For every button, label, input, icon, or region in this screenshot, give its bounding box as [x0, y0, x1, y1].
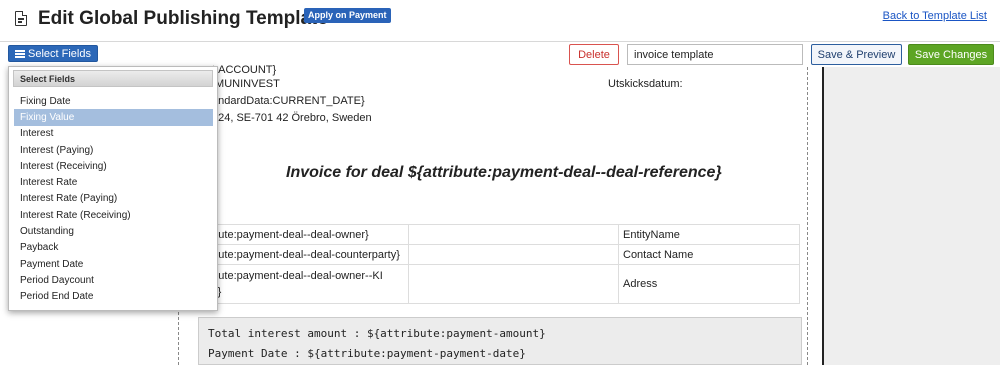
- back-to-template-list-link[interactable]: Back to Template List: [883, 10, 987, 22]
- deal-info-table: tribute:payment-deal--deal-owner} Entity…: [198, 224, 800, 304]
- save-changes-button[interactable]: Save Changes: [908, 44, 994, 65]
- table-cell[interactable]: tribute:payment-deal--deal-owner--KI ing…: [198, 264, 409, 304]
- right-margin-area: [822, 67, 1000, 365]
- table-row: tribute:payment-deal--deal-counterparty}…: [198, 244, 800, 265]
- doc-send-date-label: Utskicksdatum:: [608, 78, 683, 90]
- document-icon: [15, 11, 27, 26]
- doc-account-line: t:ACCOUNT}: [212, 64, 277, 76]
- table-row: tribute:payment-deal--deal-owner--KI ing…: [198, 264, 800, 304]
- field-item[interactable]: Interest (Receiving): [9, 158, 213, 174]
- doc-company-line: IMUNINVEST: [212, 78, 280, 90]
- toolbar-divider: [0, 41, 1000, 42]
- page-header: Edit Global Publishing Template Apply on…: [0, 0, 1000, 40]
- field-item[interactable]: Period End Date: [9, 289, 213, 305]
- dropdown-header: Select Fields: [13, 70, 213, 87]
- field-item[interactable]: Fixing Date: [9, 93, 213, 109]
- template-name-input[interactable]: [627, 44, 803, 65]
- select-fields-dropdown: Select Fields Fixing Date Fixing Value Int…: [8, 66, 218, 311]
- field-item[interactable]: Interest Rate (Paying): [9, 191, 213, 207]
- page-title: Edit Global Publishing Template: [38, 8, 328, 29]
- field-item[interactable]: Payback: [9, 240, 213, 256]
- field-list: Fixing Date Fixing Value Interest Interest …: [9, 93, 217, 305]
- field-item[interactable]: Interest (Paying): [9, 142, 213, 158]
- field-item[interactable]: Payment Date: [9, 256, 213, 272]
- table-cell[interactable]: [408, 244, 619, 265]
- delete-button[interactable]: Delete: [569, 44, 619, 65]
- field-item[interactable]: Fixing Value: [14, 109, 213, 126]
- field-item[interactable]: Interest Rate (Receiving): [9, 207, 213, 223]
- select-fields-button[interactable]: Select Fields: [8, 45, 98, 62]
- table-cell[interactable]: [408, 224, 619, 245]
- table-cell[interactable]: Contact Name: [618, 244, 800, 265]
- table-cell[interactable]: tribute:payment-deal--deal-counterparty}: [198, 244, 409, 265]
- field-item[interactable]: Outstanding: [9, 223, 213, 239]
- table-cell[interactable]: Adress: [618, 264, 800, 304]
- apply-on-payment-badge: Apply on Payment: [304, 8, 391, 23]
- payment-date-line: Payment Date : ${attribute:payment-payme…: [208, 347, 526, 360]
- field-item[interactable]: Period Daycount: [9, 272, 213, 288]
- table-cell[interactable]: EntityName: [618, 224, 800, 245]
- field-item[interactable]: Interest: [9, 126, 213, 142]
- doc-address-line: 124, SE-701 42 Örebro, Sweden: [212, 112, 372, 124]
- field-item[interactable]: Interest Rate: [9, 174, 213, 190]
- table-row: tribute:payment-deal--deal-owner} Entity…: [198, 224, 800, 245]
- doc-date-line: andardData:CURRENT_DATE}: [212, 95, 365, 107]
- table-cell[interactable]: tribute:payment-deal--deal-owner}: [198, 224, 409, 245]
- invoice-title: Invoice for deal ${attribute:payment-dea…: [286, 164, 722, 181]
- select-fields-label: Select Fields: [28, 47, 91, 60]
- totals-block[interactable]: Total interest amount : ${attribute:paym…: [198, 317, 802, 365]
- table-cell[interactable]: [408, 264, 619, 304]
- save-preview-button[interactable]: Save & Preview: [811, 44, 902, 65]
- total-interest-line: Total interest amount : ${attribute:paym…: [208, 327, 546, 340]
- list-icon: [15, 49, 25, 58]
